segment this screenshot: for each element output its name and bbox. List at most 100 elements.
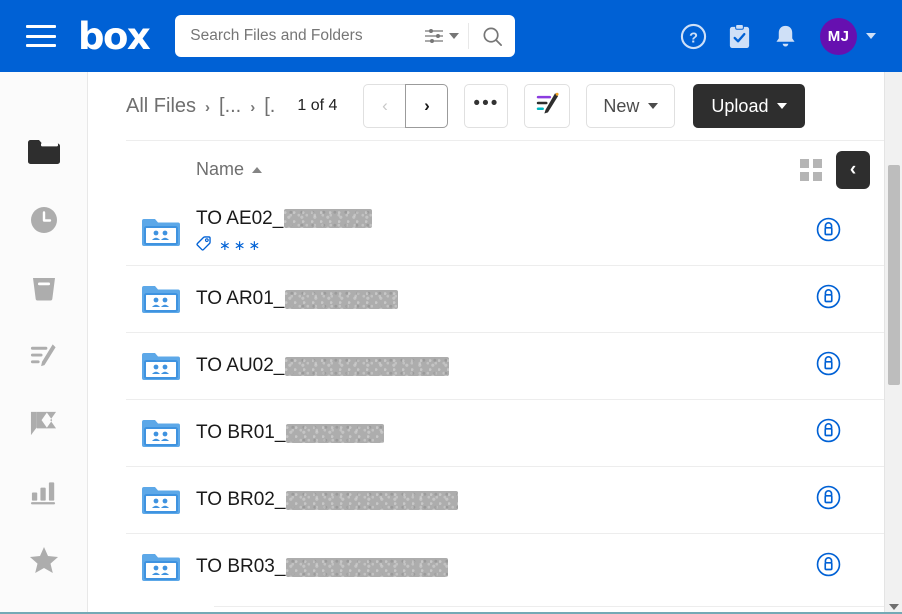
file-name-prefix: TO AE02_ <box>196 207 284 229</box>
clock-icon <box>29 205 59 240</box>
shared-folder-icon <box>126 350 196 382</box>
file-label: TO BR01_ <box>196 422 796 444</box>
pagination-controls: ‹ › <box>363 84 449 128</box>
box-file-browser: box Search Files and Folders ? MJ All Fi… <box>0 0 902 614</box>
content-toolbar: All Files › [... › [. 1 of 4 ‹ › ••• New… <box>88 72 884 140</box>
upload-button[interactable]: Upload <box>693 84 806 128</box>
star-icon <box>29 545 59 580</box>
sidebar-item-all-files[interactable] <box>16 120 72 188</box>
hamburger-icon[interactable] <box>26 25 56 47</box>
file-name: TO BR02_ <box>196 489 796 511</box>
file-label: TO AU02_ <box>196 355 796 377</box>
file-name-prefix: TO BR01_ <box>196 422 286 443</box>
bar-chart-icon <box>29 478 58 510</box>
top-header-bar: box Search Files and Folders ? MJ <box>0 0 902 72</box>
file-label: TO BR02_ <box>196 489 796 511</box>
shared-folder-icon <box>126 216 196 248</box>
lock-cell <box>796 552 860 582</box>
vertical-scrollbar[interactable] <box>884 72 902 614</box>
search-bar <box>175 15 516 57</box>
note-pen-icon <box>535 91 560 121</box>
redacted-name <box>286 490 459 510</box>
file-name-prefix: TO BR03_ <box>196 556 286 577</box>
lock-cell <box>796 217 860 247</box>
left-sidebar <box>0 72 88 614</box>
table-row[interactable]: TO AU02_ <box>126 332 884 399</box>
new-chevron-down-icon <box>648 103 659 109</box>
column-header-name-label: Name <box>196 159 245 179</box>
file-name: TO AR01_ <box>196 288 796 310</box>
redacted-name <box>286 557 449 577</box>
search-filter-icon[interactable] <box>423 26 445 46</box>
file-name: TO BR01_ <box>196 422 796 444</box>
breadcrumb: All Files › [... › [. <box>126 95 275 118</box>
account-chevron-down-icon[interactable] <box>866 33 876 39</box>
scrollbar-thumb[interactable] <box>888 165 900 385</box>
file-name: TO AU02_ <box>196 355 796 377</box>
lock-circle-icon[interactable] <box>816 485 841 515</box>
sort-ascending-icon <box>252 166 263 173</box>
redacted-name <box>285 356 450 376</box>
new-note-button[interactable] <box>524 84 571 128</box>
upload-chevron-down-icon <box>777 103 788 109</box>
more-options-button[interactable]: ••• <box>464 84 509 128</box>
lock-circle-icon[interactable] <box>816 418 841 448</box>
avatar[interactable]: MJ <box>820 17 857 55</box>
table-row[interactable]: TO BR02_ <box>126 466 884 533</box>
column-header-name[interactable]: Name <box>196 159 263 180</box>
svg-text:?: ? <box>689 30 698 46</box>
file-name: TO AE02_ <box>196 208 796 230</box>
lock-cell <box>796 351 860 381</box>
previous-page-button[interactable]: ‹ <box>363 84 407 128</box>
breadcrumb-item-1[interactable]: [... <box>219 95 241 118</box>
search-input[interactable] <box>175 15 424 57</box>
collapse-sidebar-button[interactable]: ‹ <box>836 150 870 189</box>
lock-circle-icon[interactable] <box>816 284 841 314</box>
table-row[interactable]: TO AE02_ ∗∗∗ <box>126 198 884 265</box>
relay-chevrons-icon <box>28 410 59 442</box>
sidebar-item-recents[interactable] <box>16 188 72 256</box>
sidebar-item-relay[interactable] <box>16 392 72 460</box>
next-page-button[interactable]: › <box>405 84 449 128</box>
tag-icon[interactable] <box>196 235 212 256</box>
shared-folder-icon <box>126 484 196 516</box>
page-count-label: 1 of 4 <box>297 97 338 114</box>
table-header-actions: ‹ <box>800 150 870 189</box>
search-icon[interactable] <box>469 15 515 57</box>
file-label: TO AR01_ <box>196 288 796 310</box>
scroll-down-arrow-icon[interactable] <box>889 604 899 610</box>
sidebar-item-notes[interactable] <box>16 324 72 392</box>
file-name: TO BR03_ <box>196 556 796 578</box>
breadcrumb-separator-icon: › <box>205 98 211 116</box>
trash-icon <box>29 273 59 308</box>
table-row[interactable]: TO BR03_ <box>126 533 884 600</box>
lock-circle-icon[interactable] <box>816 217 841 247</box>
sidebar-item-trash[interactable] <box>16 256 72 324</box>
redacted-name <box>286 423 385 443</box>
breadcrumb-item-2[interactable]: [. <box>264 95 275 118</box>
lock-cell <box>796 284 860 314</box>
shared-folder-icon <box>126 283 196 315</box>
bell-icon[interactable] <box>762 13 808 59</box>
search-filter-chevron-down-icon[interactable] <box>449 33 460 39</box>
table-row[interactable]: TO AR01_ <box>126 265 884 332</box>
table-row[interactable]: TO BR01_ <box>126 399 884 466</box>
clipboard-check-icon[interactable] <box>716 13 762 59</box>
main-content: All Files › [... › [. 1 of 4 ‹ › ••• New… <box>88 72 902 614</box>
breadcrumb-item-0[interactable]: All Files <box>126 95 196 118</box>
lock-cell <box>796 418 860 448</box>
redacted-name <box>285 289 399 309</box>
new-button[interactable]: New <box>586 84 676 128</box>
sidebar-item-favorites[interactable] <box>16 528 72 596</box>
redacted-name <box>284 209 373 228</box>
new-button-label: New <box>603 95 640 116</box>
grid-view-icon[interactable] <box>800 158 822 181</box>
lock-circle-icon[interactable] <box>816 552 841 582</box>
tag-label: ∗∗∗ <box>219 237 264 253</box>
sidebar-item-insights[interactable] <box>16 460 72 528</box>
lock-cell <box>796 485 860 515</box>
help-circle-icon[interactable]: ? <box>670 13 716 59</box>
file-label: TO AE02_ ∗∗∗ <box>196 208 796 256</box>
chevron-left-icon: ‹ <box>849 158 857 180</box>
lock-circle-icon[interactable] <box>816 351 841 381</box>
